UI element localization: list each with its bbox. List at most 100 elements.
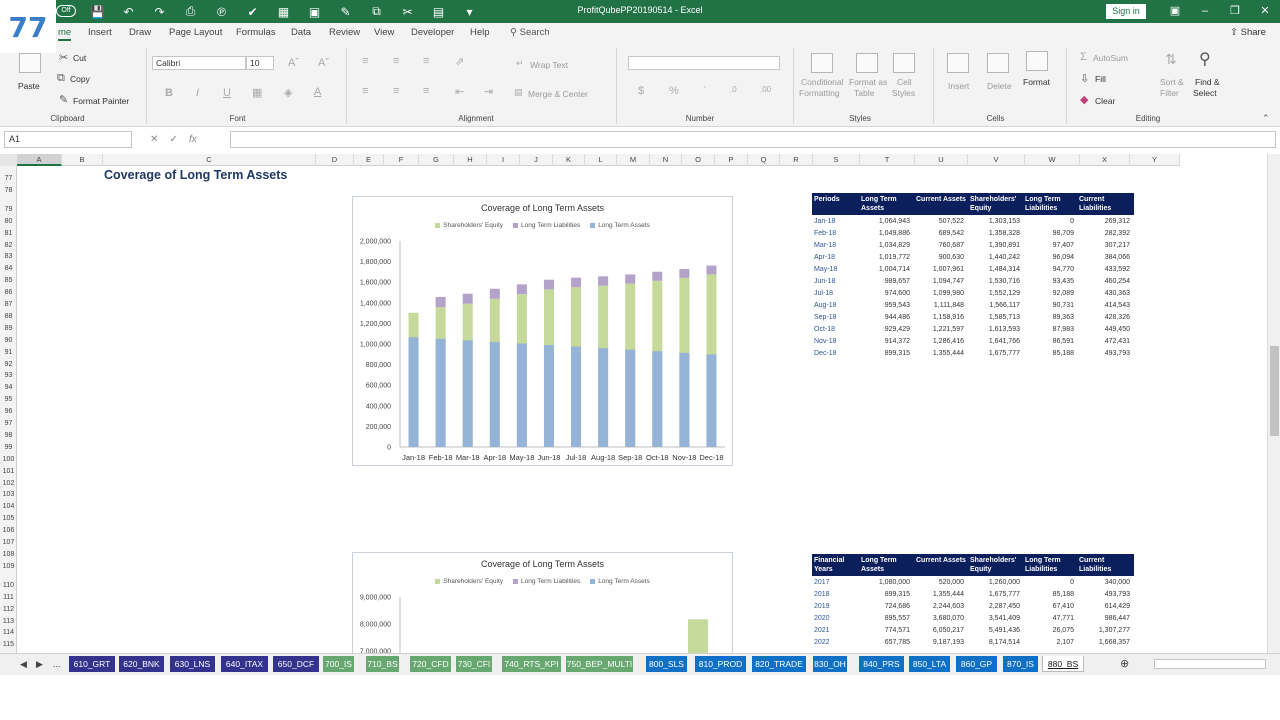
font-color-icon[interactable]: A <box>314 86 321 98</box>
sheet-tab[interactable]: 820_TRADE <box>752 656 807 672</box>
cut-button[interactable]: Cut <box>73 53 86 63</box>
tab-insert[interactable]: Insert <box>88 27 112 38</box>
tab-data[interactable]: Data <box>291 27 311 38</box>
formula-input[interactable] <box>230 131 1276 148</box>
row-header-cell[interactable]: 99 <box>0 444 16 451</box>
decrease-font-icon[interactable]: Aˇ <box>318 57 329 69</box>
italic-icon[interactable]: I <box>196 87 199 99</box>
row-header-cell[interactable]: 93 <box>0 372 16 379</box>
restore-icon[interactable]: ❐ <box>1220 3 1250 20</box>
column-header-cell[interactable]: A <box>17 154 62 166</box>
row-header-cell[interactable]: 107 <box>0 539 16 546</box>
column-header-cell[interactable]: S <box>813 154 860 166</box>
copy-button[interactable]: Copy <box>70 74 90 84</box>
row-header-cell[interactable]: 82 <box>0 242 16 249</box>
row-header-cell[interactable]: 112 <box>0 606 16 613</box>
format-painter-button[interactable]: Format Painter <box>73 96 129 106</box>
row-header-cell[interactable]: 92 <box>0 361 16 368</box>
tab-draw[interactable]: Draw <box>129 27 151 38</box>
row-header-cell[interactable]: 98 <box>0 432 16 439</box>
column-header-cell[interactable]: Y <box>1130 154 1180 166</box>
sheet-tab[interactable]: 700_IS <box>323 656 355 672</box>
percent-icon[interactable]: % <box>669 85 679 97</box>
column-header-cell[interactable]: Q <box>748 154 780 166</box>
number-format-select[interactable] <box>628 56 780 70</box>
scroll-tabs-left-icon[interactable]: ◀ <box>20 659 27 670</box>
column-header-cell[interactable]: O <box>682 154 715 166</box>
column-header-cell[interactable]: M <box>617 154 650 166</box>
select-all-corner[interactable] <box>0 154 17 166</box>
sheet-tab[interactable]: 640_ITAX <box>221 656 269 672</box>
row-header-cell[interactable]: 90 <box>0 337 16 344</box>
conditional-formatting-label[interactable]: Conditional <box>801 77 844 87</box>
close-icon[interactable]: ✕ <box>1250 3 1280 20</box>
decrease-decimal-icon[interactable]: .00 <box>760 85 771 94</box>
format-cells-button[interactable]: Format <box>1023 77 1050 87</box>
vertical-scroll-thumb[interactable] <box>1270 346 1279 436</box>
sheet-tab[interactable]: 630_LNS <box>170 656 216 672</box>
row-header-cell[interactable]: 103 <box>0 491 16 498</box>
insert-cells-button[interactable]: Insert <box>948 81 969 91</box>
sheet-tab[interactable]: 740_RTS_KPI <box>502 656 562 672</box>
worksheet[interactable]: Coverage of Long Term Assets Coverage of… <box>17 166 1180 653</box>
row-header-cell[interactable]: 81 <box>0 230 16 237</box>
row-header-cell[interactable]: 113 <box>0 618 16 625</box>
horizontal-scrollbar[interactable] <box>1154 659 1266 669</box>
fill-button[interactable]: Fill <box>1095 74 1106 84</box>
row-header-cell[interactable]: 105 <box>0 515 16 522</box>
ribbon-display-options-icon[interactable]: ▣ <box>1160 3 1190 20</box>
column-header-cell[interactable]: E <box>354 154 384 166</box>
row-header-cell[interactable]: 78 <box>0 187 16 194</box>
increase-indent-icon[interactable]: ⇥ <box>484 85 493 98</box>
column-header-cell[interactable]: G <box>419 154 454 166</box>
bold-icon[interactable]: B <box>165 87 173 99</box>
align-bottom-icon[interactable]: ≡ <box>423 55 429 67</box>
row-header-cell[interactable]: 89 <box>0 325 16 332</box>
column-header-cell[interactable]: J <box>520 154 553 166</box>
row-header-cell[interactable]: 97 <box>0 420 16 427</box>
tab-page-layout[interactable]: Page Layout <box>169 27 222 38</box>
row-header-cell[interactable]: 87 <box>0 301 16 308</box>
borders-icon[interactable]: ▦ <box>252 86 262 99</box>
column-header-cell[interactable]: K <box>553 154 585 166</box>
increase-decimal-icon[interactable]: .0 <box>730 85 737 94</box>
paste-button[interactable]: Paste <box>18 81 40 91</box>
sheet-tab[interactable]: 880_BS <box>1042 656 1084 672</box>
decrease-indent-icon[interactable]: ⇤ <box>455 85 464 98</box>
currency-icon[interactable]: $ <box>638 85 644 97</box>
wrap-text-button[interactable]: Wrap Text <box>530 60 568 70</box>
column-header-cell[interactable]: P <box>715 154 748 166</box>
row-header-cell[interactable]: 94 <box>0 384 16 391</box>
align-middle-icon[interactable]: ≡ <box>393 55 399 67</box>
new-sheet-icon[interactable]: ⊕ <box>1120 657 1129 670</box>
sheet-tab[interactable]: 720_CFD <box>410 656 452 672</box>
sheet-tab[interactable]: 860_GP <box>956 656 998 672</box>
row-header-cell[interactable]: 96 <box>0 408 16 415</box>
find-select-label-2[interactable]: Select <box>1193 88 1217 98</box>
column-header-cell[interactable]: U <box>915 154 968 166</box>
sheet-tab[interactable]: 750_BEP_MULTI <box>566 656 634 672</box>
sheet-tab[interactable]: 810_PROD <box>695 656 747 672</box>
sheet-tab[interactable]: 870_IS <box>1003 656 1039 672</box>
underline-icon[interactable]: U <box>223 87 231 99</box>
increase-font-icon[interactable]: Aˆ <box>288 57 299 69</box>
sheet-tab[interactable]: 650_DCF <box>273 656 320 672</box>
column-header-cell[interactable]: W <box>1025 154 1080 166</box>
sort-filter-label[interactable]: Sort & <box>1160 77 1184 87</box>
paste-icon[interactable] <box>19 53 41 73</box>
column-header-cell[interactable]: B <box>62 154 103 166</box>
chart-yearly-coverage[interactable]: Coverage of Long Term Assets Shareholder… <box>352 552 733 653</box>
column-header-cell[interactable]: N <box>650 154 682 166</box>
column-header-cell[interactable]: V <box>968 154 1025 166</box>
sign-in-button[interactable]: Sign in <box>1106 4 1146 19</box>
clear-button[interactable]: Clear <box>1095 96 1115 106</box>
row-header-cell[interactable]: 85 <box>0 277 16 284</box>
row-header-cell[interactable]: 106 <box>0 527 16 534</box>
row-header-cell[interactable]: 115 <box>0 641 16 648</box>
enter-icon[interactable]: ✓ <box>170 134 178 145</box>
column-header-cell[interactable]: F <box>384 154 419 166</box>
orientation-icon[interactable]: ⇗ <box>455 55 464 68</box>
row-header-cell[interactable]: 84 <box>0 265 16 272</box>
vertical-scrollbar[interactable] <box>1267 154 1280 653</box>
row-header-cell[interactable]: 101 <box>0 468 16 475</box>
